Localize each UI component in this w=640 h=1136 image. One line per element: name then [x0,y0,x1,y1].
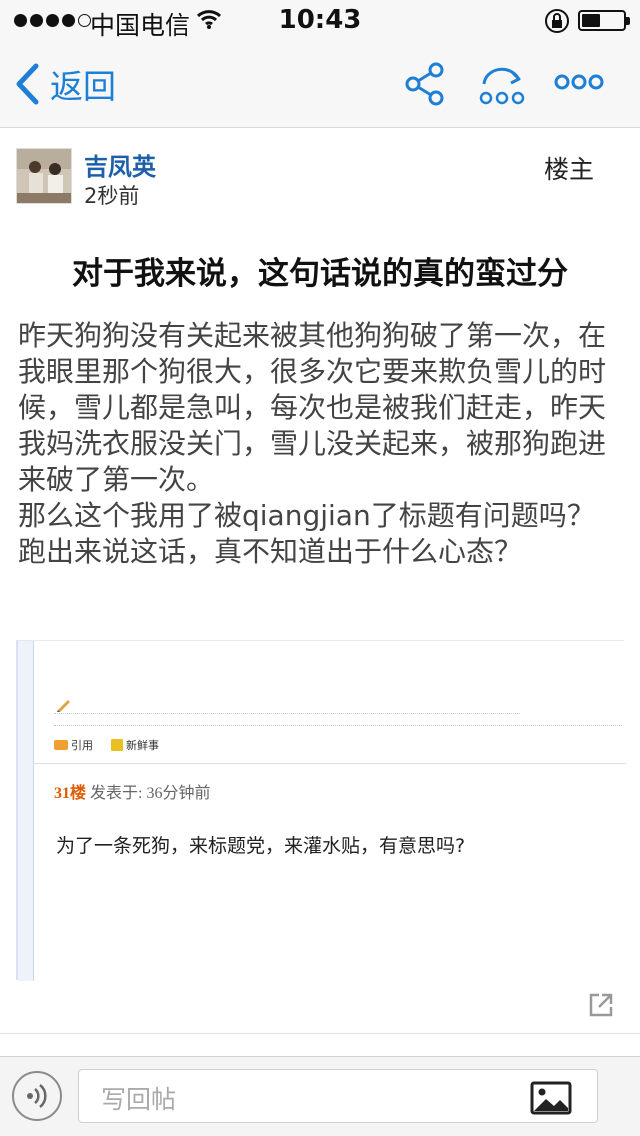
author-name[interactable]: 吉凤英 [84,147,156,182]
news-label: 新鲜事 [126,740,159,752]
post-paragraph: 那么这个我用了被qiangjian了标题有问题吗？ [18,499,595,532]
post-time: 2秒前 [84,184,140,208]
open-external-icon[interactable] [588,992,614,1022]
divider [34,763,626,764]
embed-rail [18,641,34,981]
embed-actions: 引用 新鲜事 [54,737,159,753]
forward-icon[interactable] [476,62,528,112]
navigation-bar: 返回 [0,40,640,128]
voice-icon [27,1084,47,1108]
quote-label: 引用 [71,740,93,752]
reply-bar: 写回帖 [0,1056,640,1136]
battery-icon [578,10,630,31]
embedded-image[interactable]: 引用 新鲜事 31楼 发表于: 36分钟前 为了一条死狗，来标题党，来灌水贴，有… [16,640,626,981]
chevron-left-icon [16,63,39,105]
status-bar: 中国电信 10:43 [0,0,640,40]
voice-input-button[interactable] [12,1071,62,1121]
post-body: 昨天狗狗没有关起来被其他狗狗破了第一次，在我眼里那个狗很大，很多次它要来欺负雪儿… [18,318,624,570]
divider [54,725,622,726]
news-icon [111,739,123,751]
author-avatar[interactable] [16,148,72,204]
divider [54,713,520,714]
divider [0,1033,640,1034]
quote-icon [54,740,68,750]
more-icon[interactable] [554,70,604,98]
back-button[interactable]: 返回 [14,60,116,108]
quote-action[interactable]: 引用 [54,737,93,753]
news-action[interactable]: 新鲜事 [111,737,159,753]
floor-number: 31楼 [54,785,87,802]
image-icon[interactable] [530,1081,572,1119]
rotation-lock-icon [544,8,570,38]
back-label: 返回 [50,67,116,106]
post-paragraph: 跑出来说这话，真不知道出于什么心态？ [18,535,523,568]
post-paragraph: 昨天狗狗没有关起来被其他狗狗破了第一次，在我眼里那个狗很大，很多次它要来欺负雪儿… [18,319,607,496]
original-poster-badge: 楼主 [543,155,594,184]
reply-input[interactable]: 写回帖 [78,1069,598,1123]
posted-time: 发表于: 36分钟前 [90,785,211,802]
reply-meta: 31楼 发表于: 36分钟前 [54,779,210,803]
share-icon[interactable] [404,62,448,110]
quoted-reply-text: 为了一条死狗，来标题党，来灌水贴，有意思吗? [56,835,466,857]
post-title: 对于我来说，这句话说的真的蛮过分 [72,256,568,292]
